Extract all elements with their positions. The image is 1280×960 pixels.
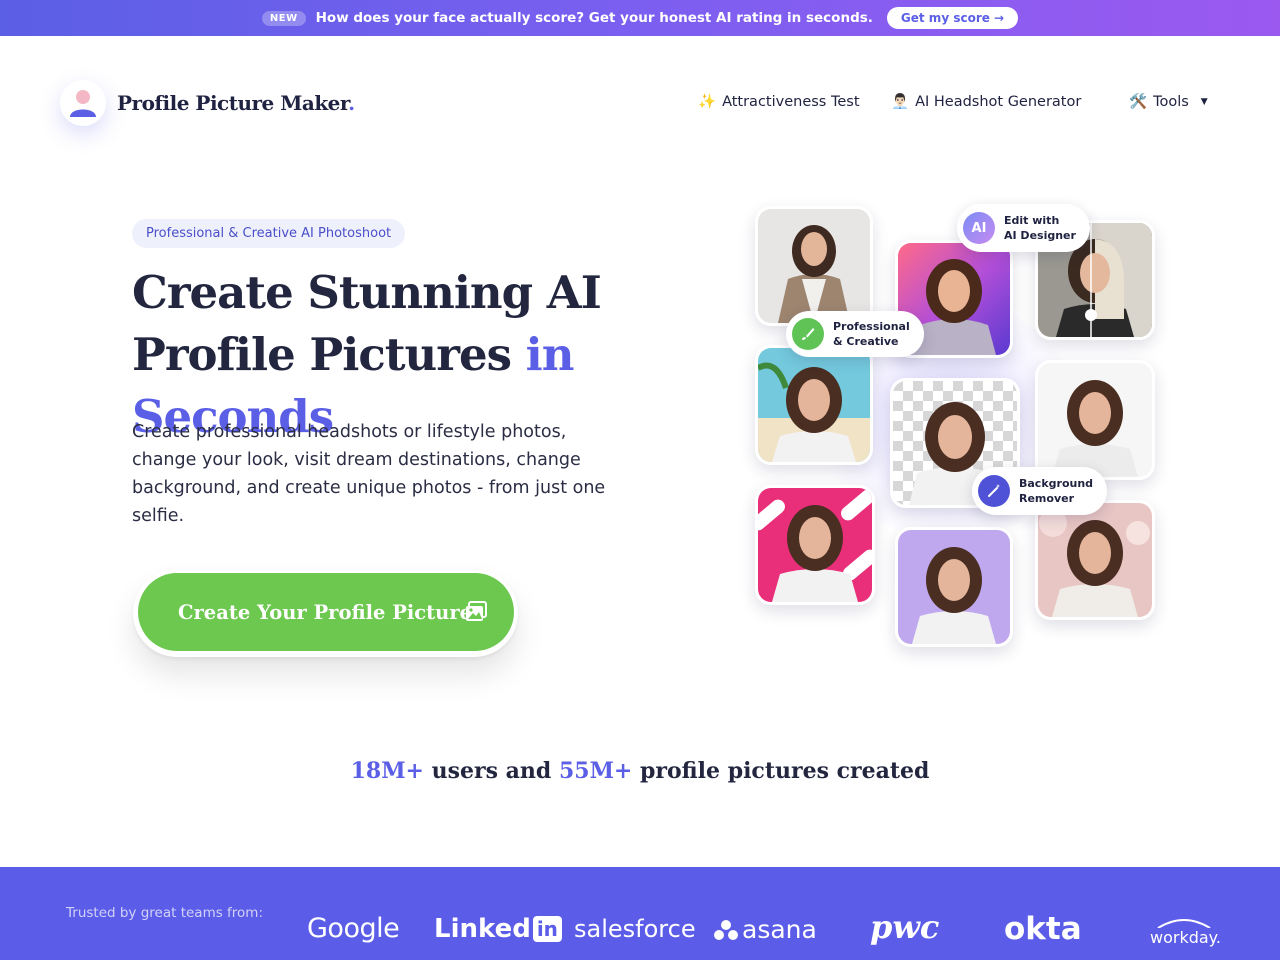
businessman-icon: 👨🏻‍💼 bbox=[891, 94, 910, 110]
announcement-message[interactable]: How does your face actually score? Get y… bbox=[316, 10, 873, 26]
hero-subtitle: Create professional headshots or lifesty… bbox=[132, 422, 606, 526]
portrait-tile-white bbox=[1035, 360, 1155, 480]
tools-icon: 🛠️ bbox=[1129, 94, 1148, 110]
salesforce-logo: salesforce bbox=[574, 915, 696, 943]
pictures-count: 55M+ bbox=[558, 758, 633, 784]
nav-attractiveness-test[interactable]: ✨ Attractiveness Test bbox=[698, 93, 860, 111]
chip-professional-creative: Professional & Creative bbox=[786, 311, 924, 357]
logo-text: Profile Picture Maker. bbox=[117, 91, 355, 115]
hero-pill: Professional & Creative AI Photoshoot bbox=[132, 219, 406, 248]
chip-background-remover: Background Remover bbox=[972, 467, 1108, 515]
image-stack-icon bbox=[464, 600, 488, 629]
ai-icon: AI bbox=[963, 212, 995, 244]
sparkles-icon: ✨ bbox=[698, 94, 717, 110]
chip-label: Background Remover bbox=[1019, 477, 1094, 505]
chip-label: Edit with AI Designer bbox=[1004, 214, 1076, 242]
get-score-button[interactable]: Get my score → bbox=[886, 7, 1019, 29]
asana-dots-icon bbox=[714, 919, 738, 940]
google-logo: Google bbox=[307, 913, 400, 944]
portrait-tile-purple bbox=[895, 527, 1013, 647]
portrait-tile-beach bbox=[755, 345, 873, 465]
stats-line: 18M+ users and 55M+ profile pictures cre… bbox=[350, 758, 930, 784]
logo-avatar-icon bbox=[60, 80, 106, 126]
paintbrush-icon bbox=[792, 318, 824, 350]
portrait-tile-pink bbox=[755, 485, 875, 605]
nav-label: Tools bbox=[1153, 93, 1189, 110]
okta-logo: okta bbox=[1004, 911, 1082, 947]
trusted-label: Trusted by great teams from: bbox=[66, 905, 264, 921]
cta-label: Create Your Profile Picture bbox=[178, 600, 473, 624]
portrait-tile-bokeh bbox=[1035, 500, 1155, 620]
portrait-tile-professional bbox=[755, 206, 873, 326]
nav-tools-dropdown[interactable]: 🛠️ Tools ▼ bbox=[1129, 93, 1208, 111]
nav-label: AI Headshot Generator bbox=[915, 93, 1082, 110]
announcement-bar: NEW How does your face actually score? G… bbox=[0, 0, 1280, 36]
nav-ai-headshot-generator[interactable]: 👨🏻‍💼 AI Headshot Generator bbox=[891, 93, 1082, 111]
users-count: 18M+ bbox=[350, 758, 424, 784]
chip-edit-with-ai-designer: AI Edit with AI Designer bbox=[957, 204, 1090, 252]
magic-wand-icon bbox=[978, 475, 1010, 507]
chip-label: Professional & Creative bbox=[833, 320, 910, 348]
asana-logo: asana bbox=[714, 915, 817, 944]
new-badge: NEW bbox=[261, 10, 306, 26]
nav-label: Attractiveness Test bbox=[722, 93, 860, 110]
linkedin-logo: Linked in bbox=[434, 914, 562, 944]
caret-down-icon: ▼ bbox=[1200, 96, 1208, 107]
create-profile-picture-button[interactable]: Create Your Profile Picture bbox=[138, 573, 514, 651]
pwc-logo: pwc bbox=[870, 908, 940, 946]
logo[interactable]: Profile Picture Maker. bbox=[60, 80, 355, 126]
workday-logo: workday. bbox=[1150, 918, 1221, 947]
